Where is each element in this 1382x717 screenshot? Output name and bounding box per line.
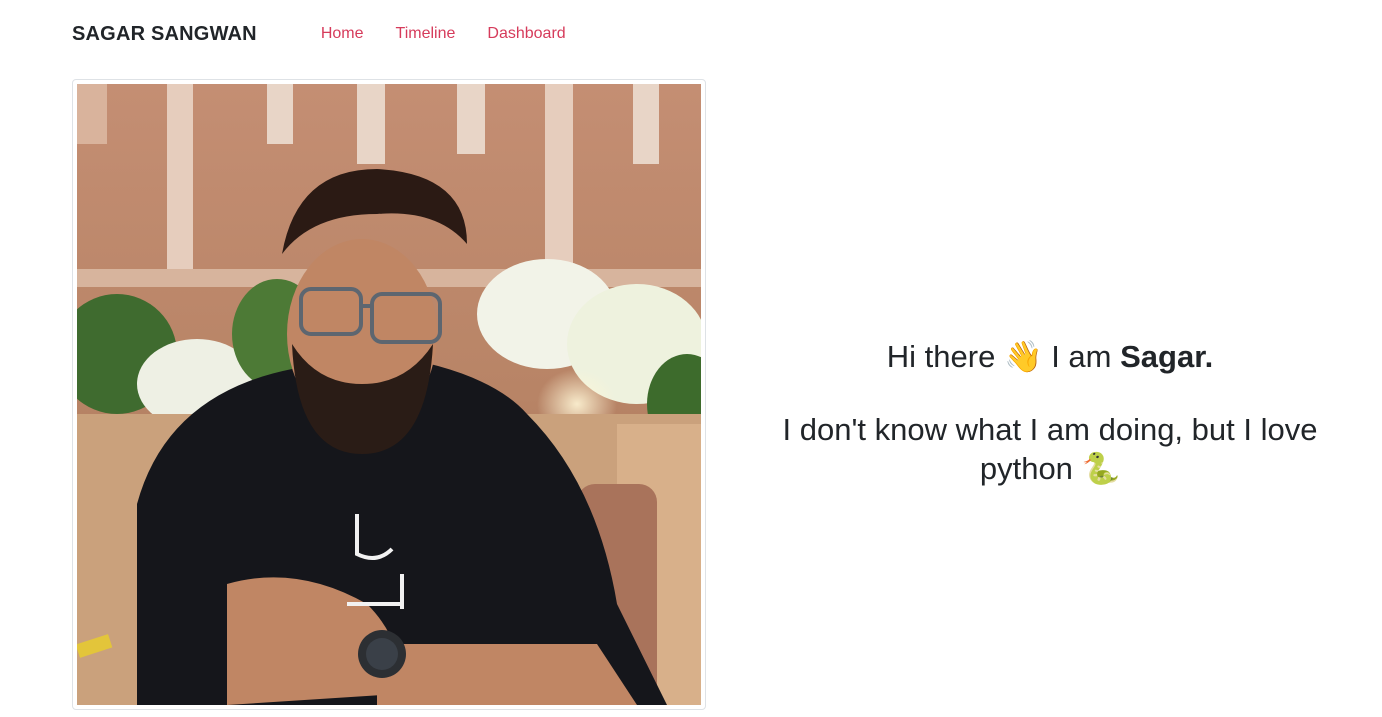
greeting-middle: I am <box>1051 339 1112 374</box>
nav-link-timeline[interactable]: Timeline <box>396 25 456 43</box>
intro-text: Hi there 👋 I am Sagar. I don't know what… <box>740 338 1360 488</box>
profile-photo-frame <box>72 79 706 710</box>
tagline-text: I don't know what I am doing, but I love… <box>782 411 1318 486</box>
site-brand[interactable]: SAGAR SANGWAN <box>72 23 257 46</box>
navbar: SAGAR SANGWAN Home Timeline Dashboard <box>72 0 598 68</box>
profile-photo <box>77 84 701 705</box>
greeting-prefix: Hi there <box>886 339 996 374</box>
nav-link-dashboard[interactable]: Dashboard <box>487 25 565 43</box>
name: Sagar. <box>1120 339 1214 374</box>
waving-hand-icon: 👋 <box>1003 339 1043 375</box>
profile-photo-illustration <box>77 84 701 705</box>
nav-link-home[interactable]: Home <box>321 25 364 43</box>
snake-icon: 🐍 <box>1081 450 1121 487</box>
tagline: I don't know what I am doing, but I love… <box>740 411 1360 489</box>
greeting: Hi there 👋 I am Sagar. <box>740 338 1360 377</box>
